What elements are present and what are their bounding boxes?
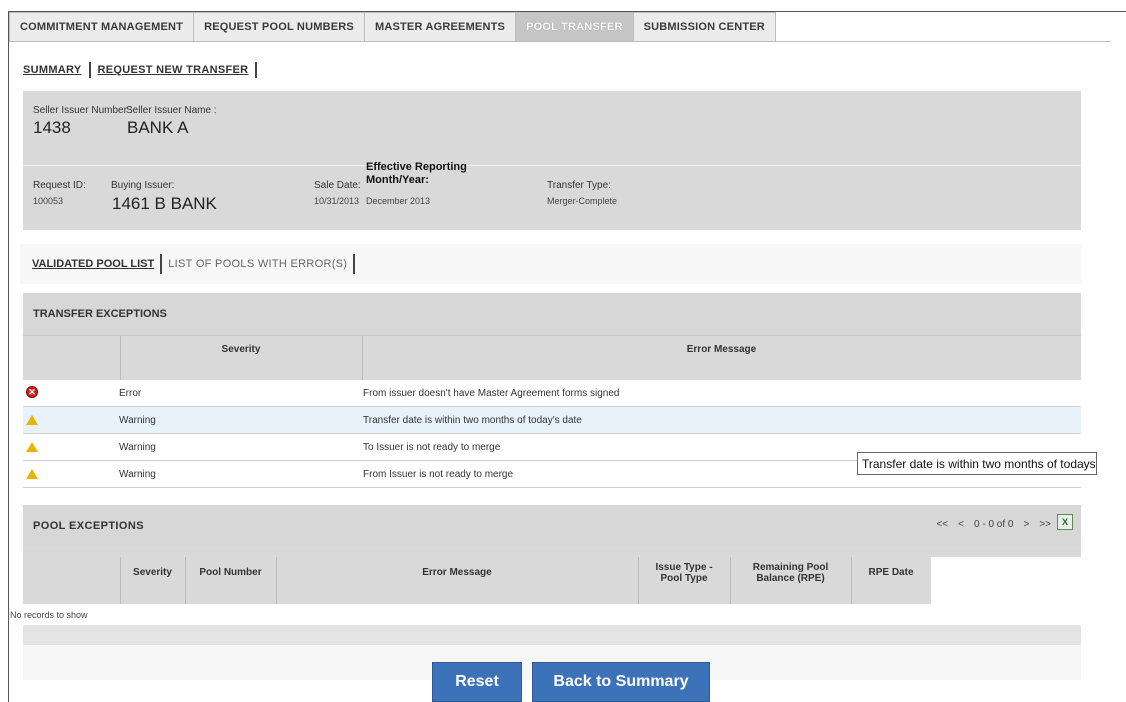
request-info-panel: Request ID: 100053 Buying Issuer: 1461 B… [23, 161, 1081, 230]
tab-pools-with-errors[interactable]: LIST OF POOLS WITH ERROR(S) [168, 258, 347, 270]
tooltip: Transfer date is within two months of to… [857, 452, 1097, 475]
tabs-divider [9, 41, 1111, 42]
message-cell: To Issuer is not ready to merge [363, 442, 501, 453]
severity-cell: Warning [119, 469, 156, 480]
back-to-summary-button[interactable]: Back to Summary [532, 662, 710, 702]
sale-date: 10/31/2013 [314, 196, 360, 206]
warning-icon [26, 442, 38, 452]
pager-last-button[interactable]: >> [1039, 519, 1051, 530]
divider [160, 254, 163, 274]
seller-issuer-number-label: Seller Issuer Number : [33, 105, 133, 116]
divider [353, 254, 356, 274]
effective-reporting-month: December 2013 [366, 196, 431, 206]
table-footer [23, 625, 1081, 645]
header-blank-area [931, 557, 1081, 604]
column-divider [276, 557, 277, 604]
severity-cell: Warning [119, 442, 156, 453]
divider [255, 62, 258, 78]
column-divider [120, 336, 121, 381]
request-id-label: Request ID: [33, 180, 86, 191]
divider [88, 62, 91, 78]
column-divider [851, 557, 852, 604]
pool-list-tabs: VALIDATED POOL LIST LIST OF POOLS WITH E… [20, 244, 1081, 284]
pager-next-button[interactable]: > [1023, 519, 1029, 530]
no-records-message: No records to show [10, 610, 88, 620]
seller-info-panel: Seller Issuer Number : 1438 Seller Issue… [23, 91, 1081, 165]
buying-issuer: 1461 B BANK [112, 194, 217, 213]
error-icon: ✕ [26, 386, 38, 398]
summary-link[interactable]: SUMMARY [23, 64, 82, 76]
warning-icon [26, 415, 38, 425]
export-excel-icon[interactable]: X [1057, 514, 1073, 530]
column-divider [185, 557, 186, 604]
pager-prev-button[interactable]: < [958, 519, 964, 530]
column-divider [730, 557, 731, 604]
message-cell: From issuer doesn't have Master Agreemen… [363, 388, 620, 399]
column-rpe-date[interactable]: RPE Date [851, 567, 931, 578]
sub-navigation: SUMMARY REQUEST NEW TRANSFER [23, 62, 264, 78]
transfer-exceptions-header: TRANSFER EXCEPTIONS [23, 293, 1081, 335]
tab-master-agreements[interactable]: MASTER AGREEMENTS [364, 12, 517, 42]
column-severity[interactable]: Severity [120, 567, 185, 578]
tab-commitment-management[interactable]: COMMITMENT MANAGEMENT [9, 12, 195, 42]
transfer-type-label: Transfer Type: [547, 180, 611, 191]
column-divider [120, 557, 121, 604]
column-remaining-balance[interactable]: Remaining Pool Balance (RPE) [740, 562, 841, 584]
seller-issuer-name-label: Seller Issuer Name : [126, 105, 217, 116]
pool-exceptions-column-header: Severity Pool Number Error Message Issue… [23, 547, 1081, 604]
effective-reporting-label: Effective Reporting Month/Year: [366, 161, 467, 186]
sale-date-label: Sale Date: [314, 180, 361, 191]
tab-pool-transfer[interactable]: POOL TRANSFER [516, 12, 634, 42]
message-cell: Transfer date is within two months of to… [363, 415, 582, 426]
seller-issuer-number: 1438 [33, 118, 71, 137]
transfer-type: Merger-Complete [547, 196, 618, 206]
top-navigation: COMMITMENT MANAGEMENT REQUEST POOL NUMBE… [9, 12, 776, 42]
message-cell: From Issuer is not ready to merge [363, 469, 514, 480]
column-error-message[interactable]: Error Message [362, 344, 1081, 355]
request-new-transfer-link[interactable]: REQUEST NEW TRANSFER [98, 64, 249, 76]
column-severity[interactable]: Severity [120, 344, 362, 355]
buying-issuer-label: Buying Issuer: [111, 180, 175, 191]
pager-first-button[interactable]: << [936, 519, 948, 530]
column-pool-number[interactable]: Pool Number [185, 567, 276, 578]
severity-cell: Error [119, 388, 142, 399]
transfer-exceptions-column-header: Severity Error Message [23, 335, 1081, 381]
reset-button[interactable]: Reset [432, 662, 522, 702]
column-divider [362, 336, 363, 381]
pager: << < 0 - 0 of 0 > >> [936, 519, 1051, 530]
warning-icon [26, 469, 38, 479]
severity-cell: Warning [119, 415, 156, 426]
tab-validated-pool-list[interactable]: VALIDATED POOL LIST [32, 258, 154, 270]
column-issue-type[interactable]: Issue Type - Pool Type [648, 562, 720, 584]
tab-request-pool-numbers[interactable]: REQUEST POOL NUMBERS [194, 12, 365, 42]
seller-issuer-name: BANK A [127, 118, 189, 137]
pool-exceptions-header: POOL EXCEPTIONS << < 0 - 0 of 0 > >> X [23, 505, 1081, 547]
column-error-message[interactable]: Error Message [276, 567, 638, 578]
tab-submission-center[interactable]: SUBMISSION CENTER [633, 12, 776, 42]
request-id: 100053 [33, 196, 64, 206]
pager-range: 0 - 0 of 0 [974, 519, 1014, 530]
pool-exceptions-title: POOL EXCEPTIONS [33, 520, 144, 532]
table-row[interactable]: ✕ Error From issuer doesn't have Master … [23, 380, 1081, 407]
table-row[interactable]: Warning Transfer date is within two mont… [23, 407, 1081, 434]
column-divider [638, 557, 639, 604]
